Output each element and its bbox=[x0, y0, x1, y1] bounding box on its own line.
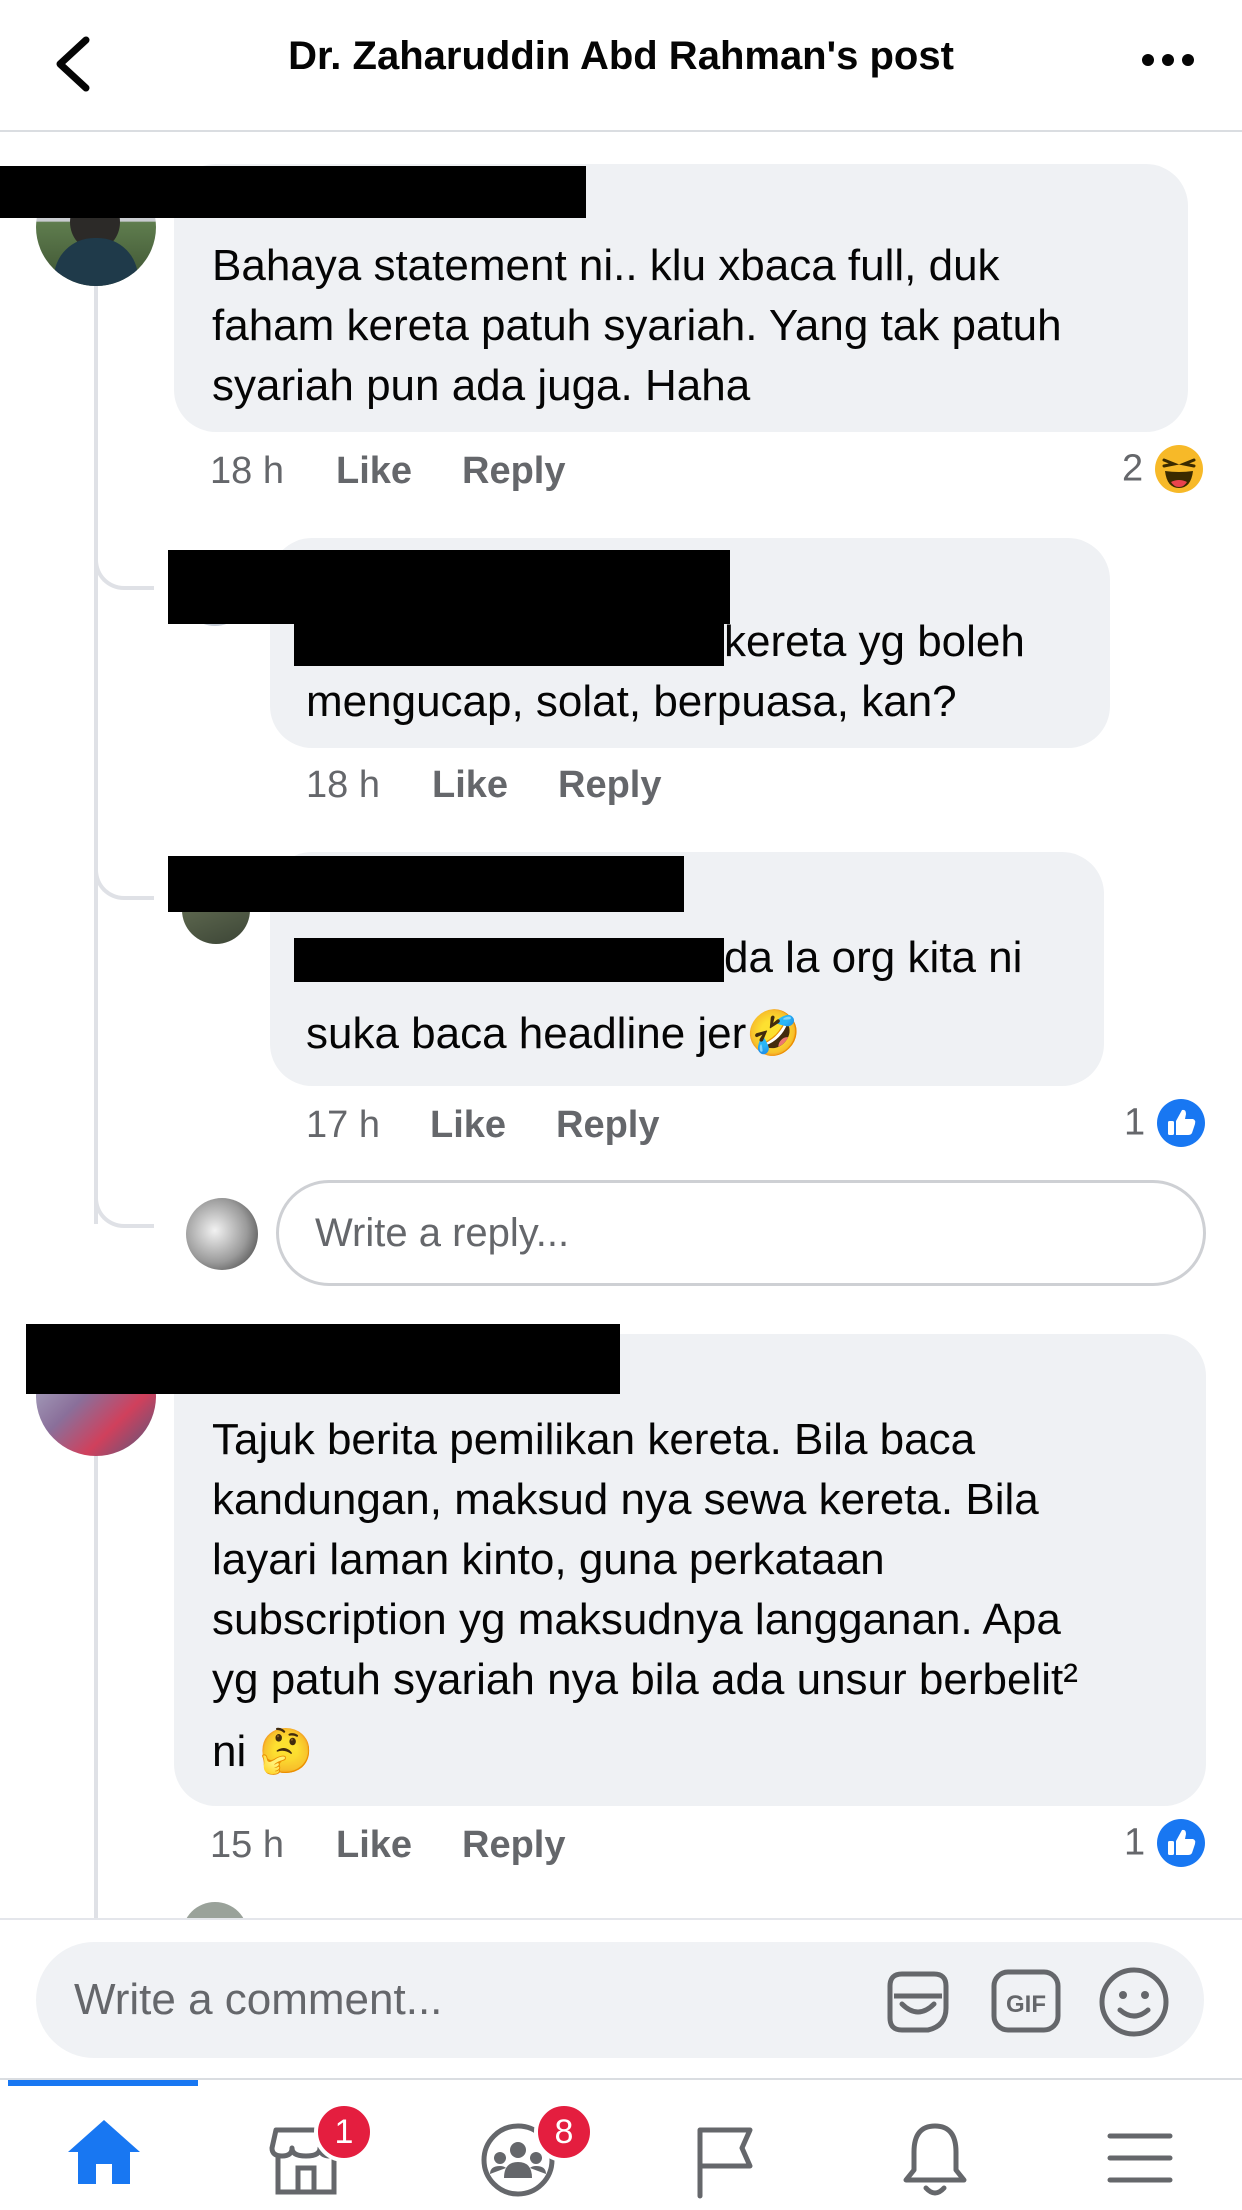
comment-text: kandungan, maksud nya sewa kereta. Bila bbox=[212, 1475, 1039, 1524]
like-button[interactable]: Like bbox=[336, 450, 412, 493]
thread-line bbox=[94, 1450, 98, 1918]
reaction-summary[interactable]: 1 bbox=[1124, 1098, 1206, 1148]
groups-badge: 8 bbox=[534, 2102, 594, 2162]
redaction-bar bbox=[0, 166, 586, 218]
comment-text: faham kereta patuh syariah. Yang tak pat… bbox=[212, 301, 1062, 350]
like-reaction-icon bbox=[1156, 1099, 1205, 1147]
reply-text: mengucap, solat, berpuasa, kan? bbox=[306, 677, 957, 726]
post-header: Dr. Zaharuddin Abd Rahman's post bbox=[0, 0, 1242, 132]
home-icon[interactable] bbox=[64, 2116, 144, 2188]
comment-composer-bar: Write a comment... GIF bbox=[0, 1918, 1242, 2080]
reply-text: suka baca headline jer🤣 bbox=[306, 1009, 802, 1058]
comment-text: layari laman kinto, guna perkataan bbox=[212, 1535, 885, 1584]
thinking-emoji: 🤔 bbox=[258, 1727, 314, 1776]
mention-link[interactable] bbox=[294, 622, 724, 667]
haha-reaction-icon bbox=[1154, 445, 1203, 493]
svg-text:GIF: GIF bbox=[1006, 1991, 1046, 2018]
thread-branch bbox=[94, 560, 154, 590]
notifications-bell-icon[interactable] bbox=[900, 2118, 970, 2200]
menu-hamburger-icon[interactable] bbox=[1106, 2128, 1174, 2188]
my-avatar bbox=[186, 1198, 258, 1270]
reply-time: 18 h bbox=[306, 764, 380, 806]
sticker-icon[interactable] bbox=[880, 1964, 956, 2040]
reaction-summary[interactable]: 2 bbox=[1122, 444, 1204, 494]
reply-text: da la org kita ni bbox=[294, 928, 1022, 988]
active-tab-indicator bbox=[8, 2080, 198, 2086]
redaction-bar bbox=[26, 1324, 620, 1394]
page-title: Dr. Zaharuddin Abd Rahman's post bbox=[288, 34, 954, 78]
reply-button[interactable]: Reply bbox=[558, 764, 661, 807]
reply-button[interactable]: Reply bbox=[556, 1104, 659, 1147]
like-button[interactable]: Like bbox=[336, 1824, 412, 1867]
thread-branch bbox=[94, 870, 154, 900]
reaction-summary[interactable]: 1 bbox=[1124, 1818, 1206, 1868]
reply-time: 17 h bbox=[306, 1104, 380, 1146]
more-options-icon[interactable] bbox=[1140, 48, 1196, 72]
comment-text: subscription yg maksudnya langganan. Apa bbox=[212, 1595, 1061, 1644]
reply-button[interactable]: Reply bbox=[462, 1824, 565, 1867]
comment-text: yg patuh syariah nya bila ada unsur berb… bbox=[212, 1655, 1078, 1704]
reaction-count: 2 bbox=[1122, 447, 1144, 490]
mention-link[interactable] bbox=[294, 938, 724, 983]
like-button[interactable]: Like bbox=[432, 764, 508, 807]
comment-text: syariah pun ada juga. Haha bbox=[212, 361, 751, 410]
thread-branch bbox=[94, 1198, 154, 1228]
write-reply-input[interactable]: Write a reply... bbox=[276, 1180, 1206, 1286]
emoji-icon[interactable] bbox=[1096, 1964, 1172, 2040]
pages-flag-icon[interactable] bbox=[690, 2120, 760, 2200]
rofl-emoji: 🤣 bbox=[746, 1009, 802, 1058]
reply-text: kereta yg boleh bbox=[294, 612, 1025, 672]
comment-time: 15 h bbox=[210, 1824, 284, 1866]
comment-text: Bahaya statement ni.. klu xbaca full, du… bbox=[212, 241, 1000, 290]
comment-time: 18 h bbox=[210, 450, 284, 492]
reaction-count: 1 bbox=[1124, 1101, 1146, 1144]
marketplace-badge: 1 bbox=[314, 2102, 374, 2162]
like-button[interactable]: Like bbox=[430, 1104, 506, 1147]
comment-text: Tajuk berita pemilikan kereta. Bila baca bbox=[212, 1415, 976, 1464]
reply-button[interactable]: Reply bbox=[462, 450, 565, 493]
reaction-count: 1 bbox=[1124, 1821, 1146, 1864]
gif-icon[interactable]: GIF bbox=[988, 1964, 1064, 2040]
redaction-bar bbox=[168, 856, 684, 912]
comment-text: ni 🤔 bbox=[212, 1727, 314, 1776]
bottom-tab-bar: 1 8 bbox=[0, 2078, 1242, 2210]
like-reaction-icon bbox=[1156, 1819, 1205, 1867]
thread-line bbox=[94, 282, 98, 1224]
